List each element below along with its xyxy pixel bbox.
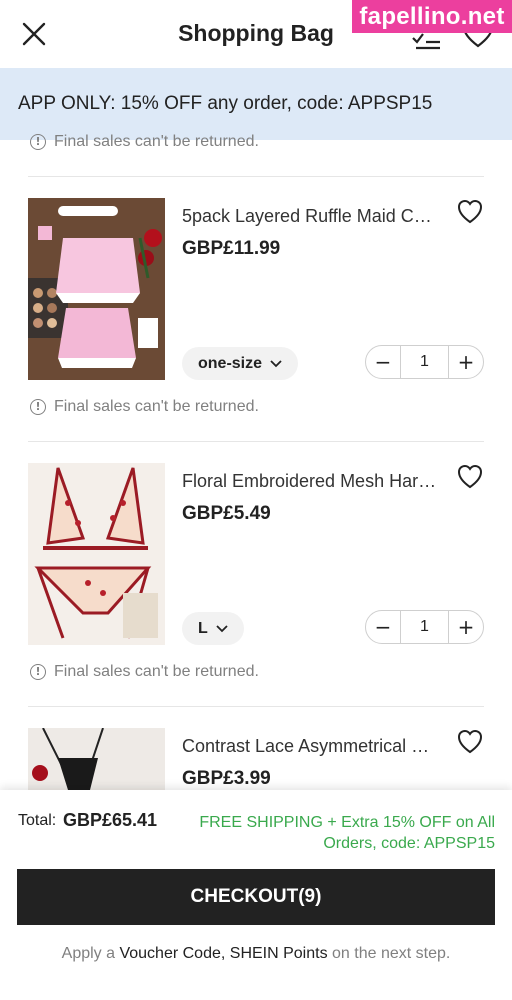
product-image[interactable] [28, 728, 165, 790]
product-title[interactable]: Contrast Lace Asymmetrical Lingerie Set [182, 736, 437, 757]
heart-icon[interactable] [457, 200, 483, 224]
product-price: GBP£5.49 [182, 503, 271, 524]
product-price: GBP£11.99 [182, 238, 281, 259]
cart-item: Floral Embroidered Mesh Harness Lingerie… [0, 463, 512, 728]
final-sale-note: ! Final sales can't be returned. [30, 133, 259, 151]
voucher-prefix: Apply a [61, 945, 120, 962]
chevron-down-icon [216, 624, 228, 632]
divider [28, 706, 484, 707]
divider [28, 176, 484, 177]
watermark: fapellino.net [352, 0, 512, 33]
product-title[interactable]: 5pack Layered Ruffle Maid Costume Set [182, 206, 437, 227]
divider [28, 441, 484, 442]
final-sale-note: ! Final sales can't be returned. [30, 398, 259, 416]
product-price: GBP£3.99 [182, 768, 271, 789]
voucher-suffix: on the next step. [327, 945, 451, 962]
increment-button[interactable]: + [449, 610, 483, 644]
size-selector[interactable]: one-size [182, 347, 299, 380]
quantity-stepper: − 1 + [365, 345, 484, 379]
total-label: Total: [18, 812, 57, 829]
final-sale-text: Final sales can't be returned. [54, 663, 259, 680]
total-value: GBP£65.41 [63, 810, 158, 830]
decrement-button[interactable]: − [366, 610, 400, 644]
quantity-value[interactable]: 1 [400, 345, 449, 379]
checkout-button[interactable]: CHECKOUT(9) [17, 869, 495, 925]
voucher-link[interactable]: Voucher Code, SHEIN Points [119, 945, 327, 962]
info-icon: ! [30, 134, 46, 150]
final-sale-text: Final sales can't be returned. [54, 133, 259, 150]
increment-button[interactable]: + [449, 345, 483, 379]
heart-icon[interactable] [457, 730, 483, 754]
size-value: one-size [198, 354, 263, 372]
product-title[interactable]: Floral Embroidered Mesh Harness Lingerie… [182, 471, 437, 492]
quantity-stepper: − 1 + [365, 610, 484, 644]
free-shipping-note: FREE SHIPPING + Extra 15% OFF on All Ord… [199, 814, 495, 852]
info-icon: ! [30, 664, 46, 680]
final-sale-note: ! Final sales can't be returned. [30, 663, 259, 681]
quantity-value[interactable]: 1 [400, 610, 449, 644]
size-value: L [198, 619, 208, 637]
checkout-bar: Total: GBP£65.41 FREE SHIPPING + Extra 1… [0, 790, 512, 1000]
final-sale-text: Final sales can't be returned. [54, 398, 259, 415]
size-selector[interactable]: L [182, 612, 244, 645]
promo-banner[interactable]: APP ONLY: 15% OFF any order, code: APPSP… [0, 68, 512, 140]
chevron-down-icon [270, 359, 282, 367]
voucher-hint: Apply a Voucher Code, SHEIN Points on th… [0, 945, 512, 963]
heart-icon[interactable] [457, 465, 483, 489]
product-image[interactable] [28, 463, 165, 645]
decrement-button[interactable]: − [366, 345, 400, 379]
cart-item: 5pack Layered Ruffle Maid Costume Set GB… [0, 198, 512, 463]
promo-text: APP ONLY: 15% OFF any order, code: APPSP… [18, 93, 433, 114]
header: Shopping Bag fapellino.net [0, 0, 512, 68]
info-icon: ! [30, 399, 46, 415]
product-image[interactable] [28, 198, 165, 380]
